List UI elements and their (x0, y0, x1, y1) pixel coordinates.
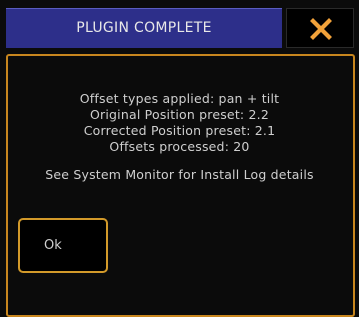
dialog-titlebar: PLUGIN COMPLETE (0, 0, 359, 50)
dialog-title: PLUGIN COMPLETE (76, 20, 212, 36)
message-corrected-preset: Corrected Position preset: 2.1 (83, 123, 276, 138)
close-button[interactable] (286, 8, 354, 48)
ok-button[interactable]: Ok (18, 218, 108, 273)
message-install-log-note: See System Monitor for Install Log detai… (45, 167, 314, 182)
ok-button-label: Ok (44, 238, 62, 253)
message-offset-types: Offset types applied: pan + tilt (79, 91, 280, 106)
message-original-preset: Original Position preset: 2.2 (90, 107, 269, 122)
plugin-complete-dialog: PLUGIN COMPLETE Offset types applied: pa… (0, 0, 359, 317)
message-offsets-processed: Offsets processed: 20 (109, 139, 250, 154)
close-x-icon (310, 18, 332, 40)
